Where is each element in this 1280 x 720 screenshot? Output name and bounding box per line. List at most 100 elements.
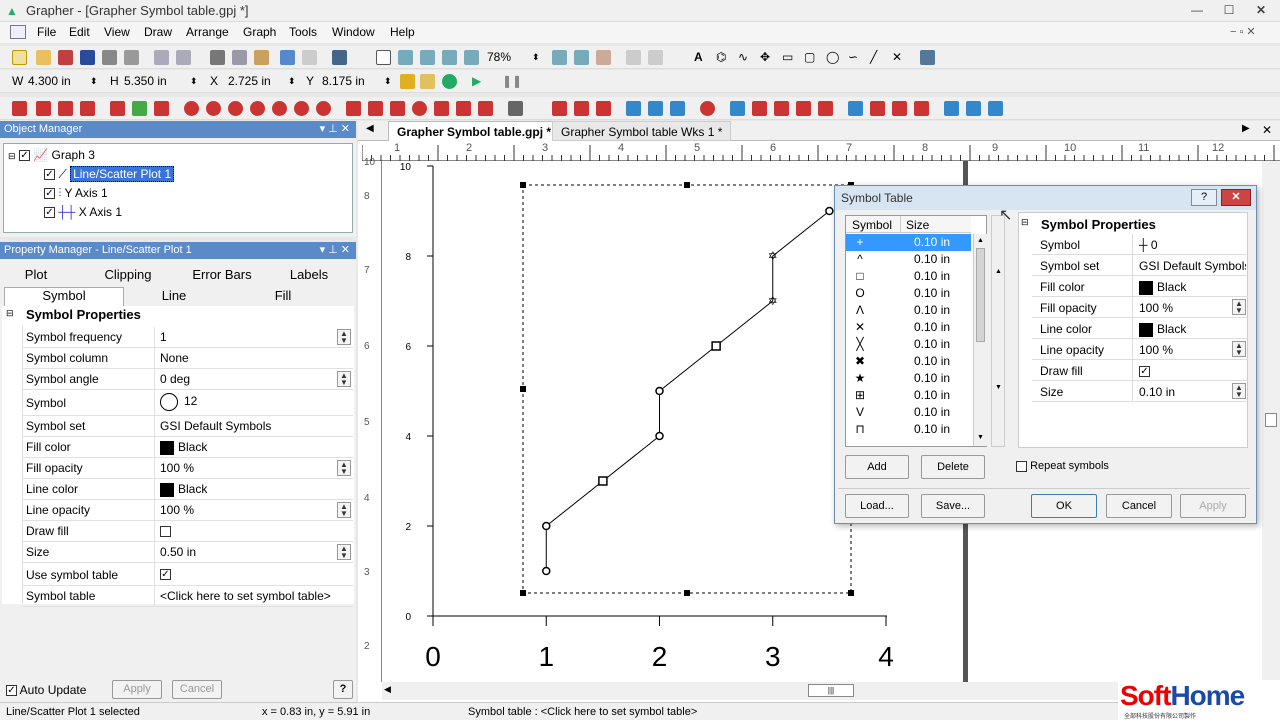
prop-fill-opacity[interactable]: Fill opacity 100 % ▲ ▼ [22,458,353,479]
inset-icon[interactable] [752,101,767,116]
tab-clipping[interactable]: Clipping [96,267,160,282]
prop-value[interactable]: 1 [160,330,167,344]
panel-controls-icon[interactable]: ▾ ⊥ ✕ [320,121,350,138]
dialog-prop-row[interactable]: Symbol set GSI Default Symbols [1032,255,1248,276]
surface-icon[interactable] [478,101,493,116]
width-field[interactable]: 4.300 in [28,73,71,89]
collapse-icon[interactable]: ⊟ [6,308,14,319]
bar-chart-icon[interactable] [110,101,125,116]
dialog-apply-button[interactable]: Apply [1180,494,1246,518]
print-preview-icon[interactable] [124,50,139,65]
dialog-prop-row[interactable]: Draw fill ✓ [1032,360,1248,381]
use-symbol-table-checkbox[interactable]: ✓ [160,569,171,581]
play-icon[interactable]: ▶ [472,73,481,89]
tree-item-x-axis[interactable]: ✓ ┼┼ X Axis 1 [44,204,122,221]
prop-line-opacity[interactable]: Line opacity 100 % ▲ ▼ [22,500,353,521]
prop-use-symbol-table[interactable]: Use symbol table ✓ [22,563,353,586]
zoom-out-icon[interactable] [420,50,435,65]
add-symbol-button[interactable]: Add [845,455,909,479]
tree-item-plot[interactable]: ✓ ⟋ Line/Scatter Plot 1 [44,166,175,183]
menu-tools[interactable]: Tools [289,25,317,39]
menu-view[interactable]: View [104,25,130,39]
symbol-table-row[interactable]: Λ 0.10 in [846,302,971,319]
scatter-plot-icon[interactable] [36,101,51,116]
rose-diagram-icon[interactable] [228,101,243,116]
spin-icon[interactable]: ▲ ▼ [1232,299,1246,315]
zoom-in-icon[interactable] [398,50,413,65]
scroll-left-icon[interactable]: ◀ [384,684,391,695]
move-icon[interactable] [626,50,641,65]
collapse-icon[interactable]: ⊟ [1021,217,1029,228]
axis-z-icon[interactable] [596,101,611,116]
paste-icon[interactable] [254,50,269,65]
menu-edit[interactable]: Edit [69,25,90,39]
lock-icon[interactable] [400,74,415,89]
template-icon[interactable] [870,101,885,116]
graph-wizard-icon[interactable] [508,101,523,116]
pan-hand-icon[interactable] [596,50,611,65]
prop-symbol-column[interactable]: Symbol column None [22,348,353,369]
prop-symbol-table[interactable]: Symbol table <Click here to set symbol ta… [22,586,353,607]
apply-button[interactable]: Apply [112,680,162,699]
symbol-table-row[interactable]: ╳ 0.10 in [846,336,971,353]
prop-value[interactable]: 0.10 in [1139,385,1246,399]
prop-value[interactable]: Black [178,482,207,496]
spin-icon[interactable]: ▲ ▼ [337,544,351,560]
symbol-table-row[interactable]: ⊞ 0.10 in [846,387,971,404]
load-button[interactable]: Load... [845,494,909,518]
prop-fill-color[interactable]: Fill color Black [22,437,353,458]
dialog-prop-row[interactable]: Symbol ┼ 0 [1032,234,1248,255]
scroll-up-icon[interactable]: ▲ [995,268,1002,275]
axis-y-icon[interactable] [574,101,589,116]
x-spin-icon[interactable]: ⬍ [288,73,296,89]
legend-icon[interactable] [626,101,641,116]
col-size[interactable]: Size [906,218,929,232]
scroll-down-icon[interactable]: ▼ [977,434,984,441]
tab-symbol[interactable]: Symbol [4,287,124,307]
height-spin-icon[interactable]: ⬍ [190,73,198,89]
draw-fill-checkbox[interactable] [160,526,171,538]
vertical-scroll-thumb[interactable] [1265,413,1277,427]
symbol-list-thumb[interactable] [976,248,985,342]
maximize-button[interactable]: ☐ [1214,0,1244,20]
hi-lo-plot-icon[interactable] [368,101,383,116]
prop-value[interactable]: 100 % [160,461,194,475]
rotate-icon[interactable] [648,50,663,65]
symbol-list-scrollbar[interactable]: ▲ ▼ [973,234,987,446]
dialog-prop-row[interactable]: Fill color Black [1032,276,1248,297]
light-icon[interactable] [988,101,1003,116]
dialog-prop-row[interactable]: Size 0.10 in ▲ ▼ [1032,381,1248,402]
y-field[interactable]: 8.175 in [322,73,365,89]
color-scale-icon[interactable] [700,101,715,116]
tab-scroll-left-icon[interactable]: ◀ [366,123,374,134]
prop-value[interactable]: 0.50 in [160,545,196,559]
copy-icon[interactable] [232,50,247,65]
tab-close-icon[interactable]: ✕ [1262,123,1272,137]
width-spin-icon[interactable]: ⬍ [90,73,98,89]
menu-file[interactable]: File [37,25,56,39]
tree-item-graph[interactable]: ⊟ ✓ 📈 Graph 3 [8,147,95,164]
cut-icon[interactable] [210,50,225,65]
polyline-tool-icon[interactable]: ∿ [738,49,748,65]
auto-update-checkbox[interactable]: ✓ [6,685,17,697]
vertical-scrollbar[interactable] [1262,161,1280,682]
error-bar-icon[interactable] [670,101,685,116]
menu-arrange[interactable]: Arrange [186,25,229,39]
box-plot-icon[interactable] [346,101,361,116]
bubble-plot-icon[interactable] [412,101,427,116]
col-symbol[interactable]: Symbol [852,218,892,232]
horizontal-scroll-thumb[interactable]: ||| [808,684,854,697]
class-plot-icon[interactable] [434,101,449,116]
dialog-prop-row[interactable]: Fill opacity 100 % ▲ ▼ [1032,297,1248,318]
symbol-table-row[interactable]: O 0.10 in [846,285,971,302]
save-button[interactable]: Save... [921,494,985,518]
tab-plot-document[interactable]: Grapher Symbol table.gpj * [388,121,561,141]
prop-value[interactable]: 100 % [160,503,194,517]
prop-symbol-set[interactable]: Symbol set GSI Default Symbols [22,416,353,437]
prop-line-color[interactable]: Line color Black [22,479,353,500]
prop-value[interactable]: ┼ 0 [1139,238,1246,252]
line-tool-icon[interactable]: ╱ [870,49,877,65]
tab-line[interactable]: Line [126,288,222,303]
zoom-level[interactable]: 78% [487,49,511,65]
prop-value[interactable]: 100 % [1139,301,1246,315]
